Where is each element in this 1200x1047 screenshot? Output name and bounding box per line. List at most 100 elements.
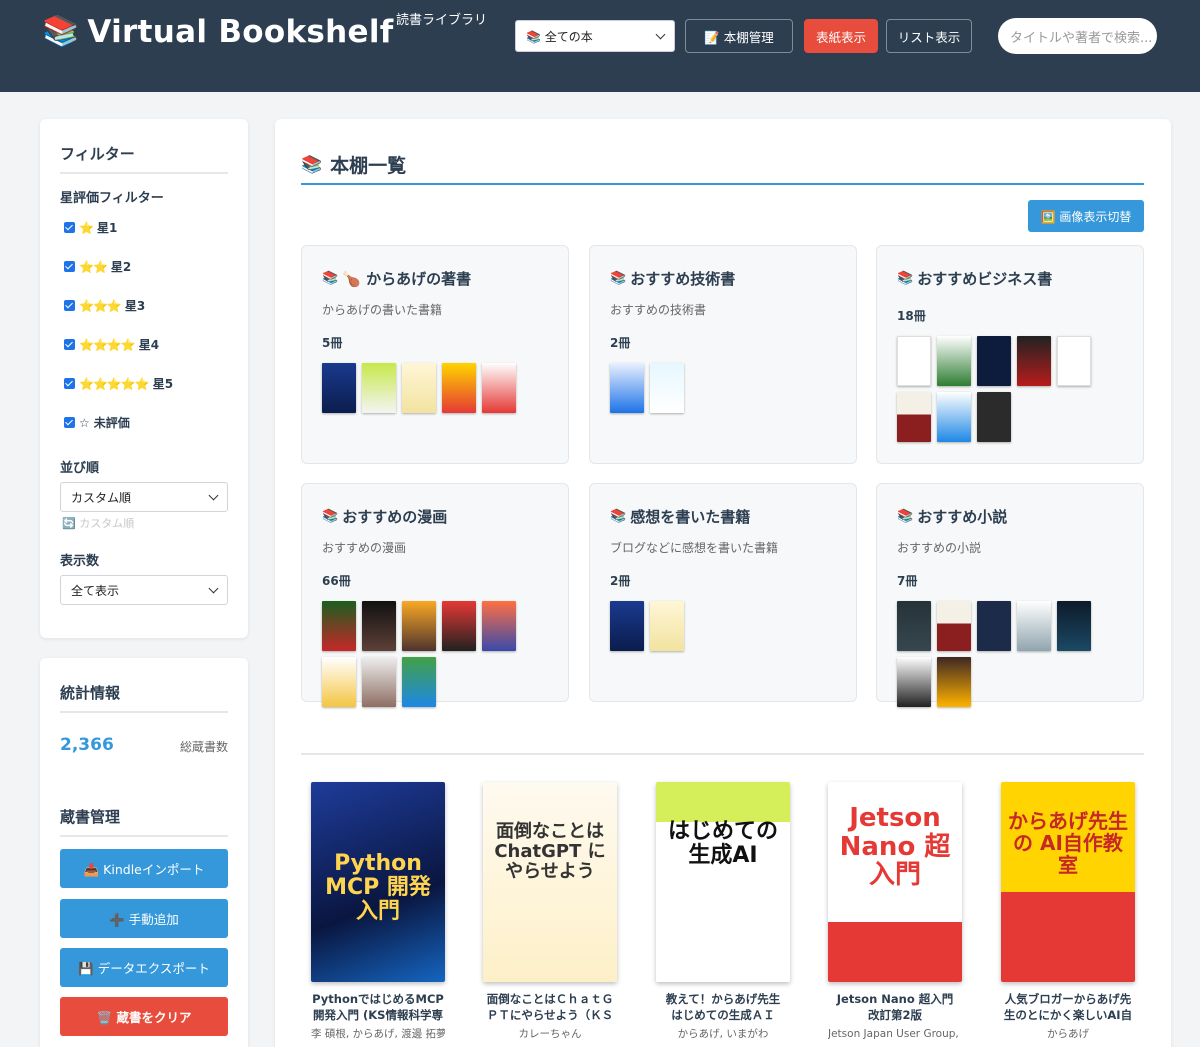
book-cover[interactable]: 面倒なことは ChatGPT にやらせよう: [483, 782, 617, 982]
books-icon: 📚: [301, 154, 323, 175]
clear-library-button[interactable]: 🗑️ 蔵書をクリア: [60, 997, 228, 1036]
book-title: Jetson Nano 超入門 改訂第2版: [836, 992, 962, 1022]
book-thumbnail[interactable]: [1057, 601, 1091, 651]
shelf-card[interactable]: 📚 おすすめビジネス書 18冊: [876, 245, 1144, 464]
book-thumbnail[interactable]: [610, 601, 644, 651]
book-card[interactable]: からあげ先生の AI自作教室 人気ブロガーからあげ先生のとにかく楽しいAI自作.…: [1001, 782, 1135, 1041]
book-cover[interactable]: からあげ先生の AI自作教室: [1001, 782, 1135, 982]
shelf-card[interactable]: 📚 おすすめ技術書 おすすめの技術書 2冊: [589, 245, 857, 464]
app-subtitle: 読書ライブラリ: [396, 13, 488, 28]
book-thumbnail[interactable]: [937, 392, 971, 442]
shelf-description: おすすめの技術書: [610, 303, 707, 317]
book-thumbnail[interactable]: [442, 363, 476, 413]
shelf-thumbnails: [322, 601, 552, 707]
book-thumbnail[interactable]: [937, 336, 971, 386]
book-thumbnail[interactable]: [362, 657, 396, 707]
app-logo[interactable]: 📚 Virtual Bookshelf: [42, 14, 394, 50]
list-view-button[interactable]: リスト表示: [886, 19, 972, 53]
sort-select[interactable]: カスタム順: [60, 482, 228, 512]
book-thumbnail[interactable]: [402, 657, 436, 707]
shelf-description: ブログなどに感想を書いた書籍: [610, 541, 779, 555]
stats-panel: 統計情報 2,366 総蔵書数 蔵書管理 📥 Kindleインポート ➕ 手動追…: [40, 658, 248, 1047]
book-thumbnail[interactable]: [610, 363, 644, 413]
kindle-import-button[interactable]: 📥 Kindleインポート: [60, 849, 228, 888]
rating-filter-3[interactable]: ⭐⭐⭐ 星3: [64, 297, 145, 314]
book-thumbnail[interactable]: [1017, 601, 1051, 651]
book-cover[interactable]: Python MCP 開発入門: [311, 782, 445, 982]
rating-filter-4[interactable]: ⭐⭐⭐⭐ 星4: [64, 336, 159, 353]
book-thumbnail[interactable]: [897, 657, 931, 707]
shelf-title-text: おすすめビジネス書: [917, 270, 1053, 288]
book-thumbnail[interactable]: [977, 392, 1011, 442]
book-thumbnail[interactable]: [937, 657, 971, 707]
book-thumbnail[interactable]: [402, 363, 436, 413]
cover-view-button[interactable]: 表紙表示: [804, 19, 878, 53]
book-thumbnail[interactable]: [1057, 336, 1091, 386]
book-thumbnail[interactable]: [362, 601, 396, 651]
shelf-count: 18冊: [897, 309, 926, 323]
book-thumbnail[interactable]: [897, 601, 931, 651]
book-thumbnail[interactable]: [322, 601, 356, 651]
book-thumbnail[interactable]: [897, 336, 931, 386]
chevron-down-icon: [655, 29, 666, 39]
book-thumbnail[interactable]: [322, 363, 356, 413]
book-thumbnail[interactable]: [977, 601, 1011, 651]
checkbox-checked-icon[interactable]: [64, 339, 75, 350]
book-card[interactable]: Python MCP 開発入門 PythonではじめるMCP開発入門 (KS情報…: [311, 782, 445, 1041]
rating-filter-unrated[interactable]: ☆ 未評価: [64, 414, 130, 431]
book-thumbnail[interactable]: [362, 363, 396, 413]
book-thumbnail[interactable]: [1017, 336, 1051, 386]
manual-add-button[interactable]: ➕ 手動追加: [60, 899, 228, 938]
shelf-card[interactable]: 📚 感想を書いた書籍 ブログなどに感想を書いた書籍 2冊: [589, 483, 857, 702]
checkbox-checked-icon[interactable]: [64, 261, 75, 272]
book-thumbnail[interactable]: [402, 601, 436, 651]
shelf-card[interactable]: 📚 🍗 からあげの著書 からあげの書いた書籍 5冊: [301, 245, 569, 464]
book-thumbnail[interactable]: [482, 363, 516, 413]
checkbox-checked-icon[interactable]: [64, 300, 75, 311]
book-thumbnail[interactable]: [650, 363, 684, 413]
cover-title: Jetson Nano 超入門: [839, 803, 951, 891]
shelf-card[interactable]: 📚 おすすめの漫画 おすすめの漫画 66冊: [301, 483, 569, 707]
shelf-title: 📚 おすすめの漫画: [322, 506, 447, 527]
display-count-select[interactable]: 全て表示: [60, 575, 228, 605]
data-export-button[interactable]: 💾 データエクスポート: [60, 948, 228, 987]
book-filter-value: 📚 全ての本: [526, 29, 593, 44]
books-icon: 📚: [322, 271, 339, 286]
book-author: からあげ, いまがわ: [677, 1028, 769, 1040]
rating-filter-2[interactable]: ⭐⭐ 星2: [64, 258, 131, 275]
book-thumbnail[interactable]: [650, 601, 684, 651]
star-icon: ⭐: [79, 220, 94, 235]
book-thumbnail[interactable]: [977, 336, 1011, 386]
book-thumbnail[interactable]: [482, 601, 516, 651]
book-filter-select[interactable]: 📚 全ての本: [515, 20, 675, 52]
book-cover[interactable]: Jetson Nano 超入門: [828, 782, 962, 982]
book-thumbnail[interactable]: [322, 657, 356, 707]
book-thumbnail[interactable]: [897, 392, 931, 442]
book-card[interactable]: 面倒なことは ChatGPT にやらせよう 面倒なことはＣｈａｔＧＰＴにやらせよ…: [483, 782, 617, 1041]
rating-label: 星2: [110, 260, 132, 274]
checkbox-checked-icon[interactable]: [64, 378, 75, 389]
book-card[interactable]: Jetson Nano 超入門 Jetson Nano 超入門 改訂第2版 Je…: [828, 782, 962, 1041]
image-toggle-button[interactable]: 🖼️ 画像表示切替: [1028, 200, 1144, 232]
display-count-value: 全て表示: [71, 583, 120, 598]
book-title: PythonではじめるMCP開発入門 (KS情報科学専門...: [312, 992, 444, 1024]
empty-star-icon: ☆: [79, 415, 90, 430]
main-title-text: 本棚一覧: [330, 155, 407, 177]
rating-filter-1[interactable]: ⭐ 星1: [64, 219, 117, 236]
shelf-count: 7冊: [897, 574, 918, 588]
rating-filter-5[interactable]: ⭐⭐⭐⭐⭐ 星5: [64, 375, 173, 392]
book-card[interactable]: はじめての 生成AI 教えて！からあげ先生 はじめての生成ＡＩ からあげ, いま…: [656, 782, 790, 1041]
rating-label: 星5: [152, 377, 174, 391]
book-thumbnail[interactable]: [937, 601, 971, 651]
checkbox-checked-icon[interactable]: [64, 222, 75, 233]
shelf-manage-button[interactable]: 📝 本棚管理: [685, 19, 793, 53]
book-cover[interactable]: はじめての 生成AI: [656, 782, 790, 982]
books-icon: 📚: [610, 509, 627, 524]
search-input[interactable]: タイトルや著者で検索...: [998, 18, 1157, 54]
shelf-card[interactable]: 📚 おすすめ小説 おすすめの小説 7冊: [876, 483, 1144, 707]
checkbox-checked-icon[interactable]: [64, 417, 75, 428]
book-thumbnail[interactable]: [442, 601, 476, 651]
book-title: 人気ブロガーからあげ先生のとにかく楽しいAI自作...: [1003, 992, 1133, 1024]
books-icon: 📚: [42, 14, 80, 49]
shelf-thumbnails: [610, 363, 840, 413]
